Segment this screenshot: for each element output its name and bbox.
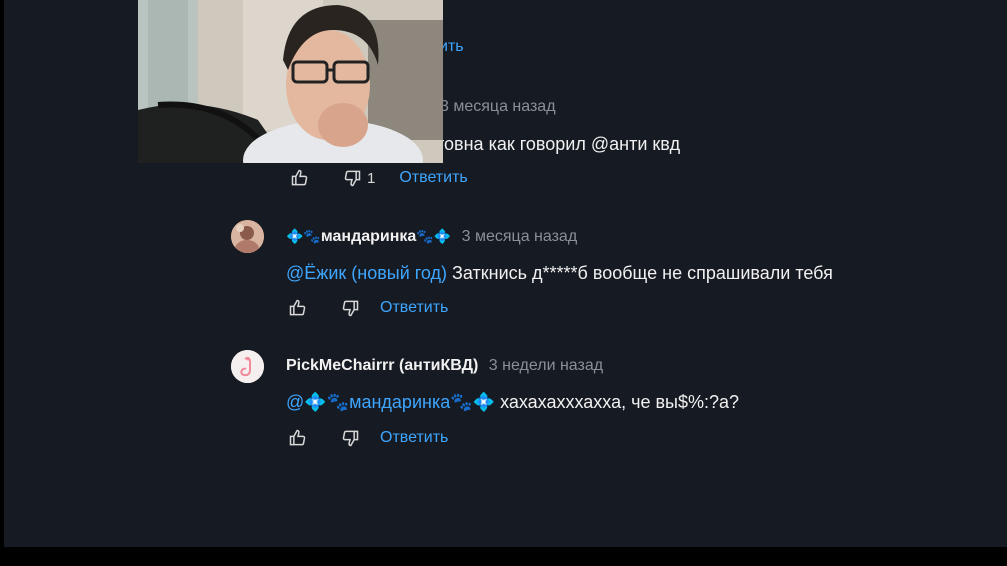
like-button[interactable] bbox=[290, 168, 310, 188]
comment-text: товна как говорил @анти квд bbox=[436, 134, 681, 154]
like-icon bbox=[289, 429, 306, 446]
dislike-button[interactable] bbox=[340, 428, 360, 448]
comment-header: PickMeChairrr (антиКВД) 3 недели назад bbox=[286, 357, 603, 375]
comment-header: 💠🐾мандаринка🐾💠 3 месяца назад bbox=[286, 228, 577, 246]
dislike-button[interactable]: 1 bbox=[342, 168, 375, 188]
like-icon bbox=[289, 299, 306, 316]
comment-text: @💠🐾мандаринка🐾💠 хахахахххахха, че вы$%:?… bbox=[286, 392, 739, 413]
author-name[interactable]: PickMeChairrr (антиКВД) bbox=[286, 357, 478, 374]
comment-timestamp[interactable]: 3 месяца назад bbox=[462, 228, 578, 245]
mention-link[interactable]: @💠🐾мандаринка🐾💠 bbox=[286, 392, 495, 412]
reply-button[interactable]: Ответить bbox=[380, 429, 448, 447]
webcam-overlay bbox=[138, 0, 443, 163]
comment-body: хахахахххахха, че вы$%:?а? bbox=[495, 392, 740, 412]
mention-link[interactable]: @Ёжик (новый год) bbox=[286, 263, 447, 283]
dislike-icon bbox=[342, 430, 359, 447]
like-button[interactable] bbox=[288, 428, 308, 448]
author-name[interactable]: мандаринка bbox=[321, 228, 416, 245]
dislike-icon bbox=[342, 300, 359, 317]
author-emoji-left: 💠🐾 bbox=[286, 228, 321, 244]
comment-timestamp: 3 месяца назад bbox=[440, 98, 556, 115]
dislike-button[interactable] bbox=[340, 298, 360, 318]
comment-actions: Ответить bbox=[288, 297, 448, 319]
webcam-image bbox=[138, 0, 443, 163]
comment-text: @Ёжик (новый год) Заткнись д*****б вообщ… bbox=[286, 263, 833, 284]
dislike-icon bbox=[344, 170, 361, 187]
comment-timestamp[interactable]: 3 недели назад bbox=[489, 357, 603, 374]
like-icon bbox=[291, 169, 308, 186]
dislike-count: 1 bbox=[367, 169, 376, 187]
reply-button[interactable]: Ответить bbox=[399, 169, 467, 187]
comment-actions: Ответить bbox=[288, 427, 448, 449]
avatar[interactable] bbox=[231, 220, 264, 253]
reply-button[interactable]: Ответить bbox=[380, 299, 448, 317]
comment-actions: 1 Ответить bbox=[290, 167, 468, 189]
comment-body: Заткнись д*****б вообще не спрашивали те… bbox=[447, 263, 833, 283]
avatar[interactable] bbox=[231, 350, 264, 383]
like-button[interactable] bbox=[288, 298, 308, 318]
author-emoji-right: 🐾💠 bbox=[416, 228, 452, 244]
